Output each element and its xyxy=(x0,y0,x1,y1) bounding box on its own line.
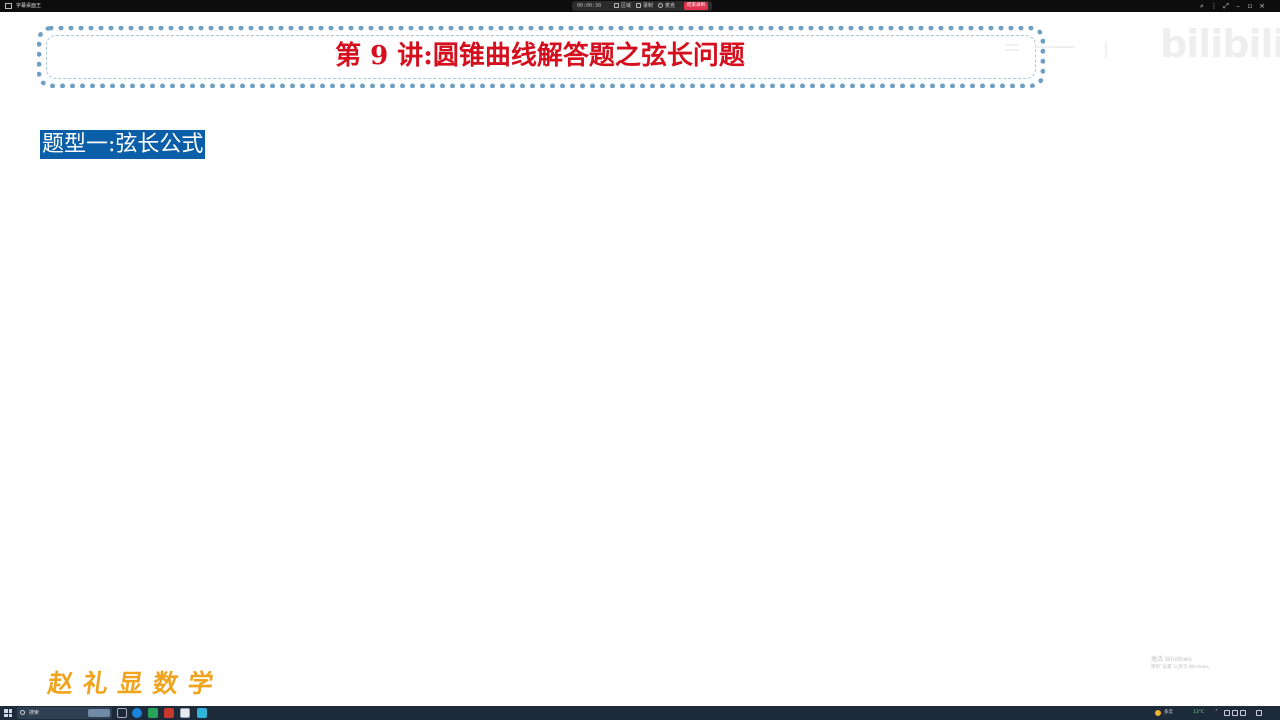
language-icon[interactable] xyxy=(1240,710,1246,716)
watermark-decoration xyxy=(1005,40,1155,60)
windows-start-icon[interactable] xyxy=(4,709,12,717)
close-icon[interactable]: × xyxy=(1258,1,1266,11)
app-icon xyxy=(5,3,12,9)
search-placeholder: 搜索 xyxy=(29,710,40,716)
minimize-icon[interactable]: – xyxy=(1234,1,1242,11)
search-icon xyxy=(20,710,25,715)
screen: 字幕桌面王 00:00:30 区域 录制 麦克 结束录制 ⌕ ⋮ ⤢ – ▫ ×… xyxy=(0,0,1280,720)
notification-icon[interactable] xyxy=(1256,710,1262,716)
activation-notice: 激活 Windows 转到“设置”以激活 Windows。 xyxy=(1151,656,1213,672)
maximize-icon[interactable]: ▫ xyxy=(1246,1,1254,11)
activation-subtitle: 转到“设置”以激活 Windows。 xyxy=(1151,665,1214,670)
more-icon[interactable]: ⋮ xyxy=(1210,1,1218,11)
record-button-label[interactable]: 录制 xyxy=(643,1,653,11)
app-titlebar: 字幕桌面王 00:00:30 区域 录制 麦克 结束录制 ⌕ ⋮ ⤢ – ▫ × xyxy=(0,0,1280,12)
record-icon[interactable] xyxy=(636,3,641,8)
slide-title: 第 9 讲:圆锥曲线解答题之弦长问题 xyxy=(335,41,745,71)
microphone-button-label[interactable]: 麦克 xyxy=(665,1,675,11)
app-red-icon[interactable] xyxy=(164,708,174,718)
recording-timer: 00:00:30 xyxy=(577,3,602,9)
pin-icon[interactable]: ⌕ xyxy=(1198,1,1206,11)
brand-signature: 赵礼显数学 xyxy=(46,669,226,698)
edge-browser-icon[interactable] xyxy=(132,708,142,718)
expand-icon[interactable]: ⤢ xyxy=(1222,1,1230,11)
app-green-icon[interactable] xyxy=(148,708,158,718)
app-title: 字幕桌面王 xyxy=(16,3,42,9)
region-icon[interactable] xyxy=(614,3,619,8)
network-icon[interactable] xyxy=(1224,710,1230,716)
taskbar-search-box[interactable]: 搜索 xyxy=(17,707,112,719)
temperature-text[interactable]: 13°C xyxy=(1193,706,1204,720)
app-active-icon[interactable] xyxy=(180,708,190,718)
search-highlight-image xyxy=(88,709,110,717)
section-heading[interactable]: 题型一:弦长公式 xyxy=(40,130,206,159)
weather-text[interactable]: 多云 xyxy=(1164,706,1173,720)
weather-icon[interactable] xyxy=(1155,710,1161,716)
microphone-icon[interactable] xyxy=(658,3,663,8)
recording-toolbar: 00:00:30 区域 录制 麦克 结束录制 xyxy=(572,1,712,11)
bilibili-watermark: bilibili xyxy=(1160,22,1280,66)
activation-title: 激活 Windows xyxy=(1151,656,1192,663)
region-button-label[interactable]: 区域 xyxy=(621,1,631,11)
end-recording-button[interactable]: 结束录制 xyxy=(684,2,708,10)
taskbar: 搜索 多云 13°C ˄ xyxy=(0,706,1280,720)
tray-chevron-icon[interactable]: ˄ xyxy=(1215,710,1221,716)
app-blue-icon[interactable] xyxy=(197,708,207,718)
volume-icon[interactable] xyxy=(1232,710,1238,716)
task-view-icon[interactable] xyxy=(117,708,127,718)
